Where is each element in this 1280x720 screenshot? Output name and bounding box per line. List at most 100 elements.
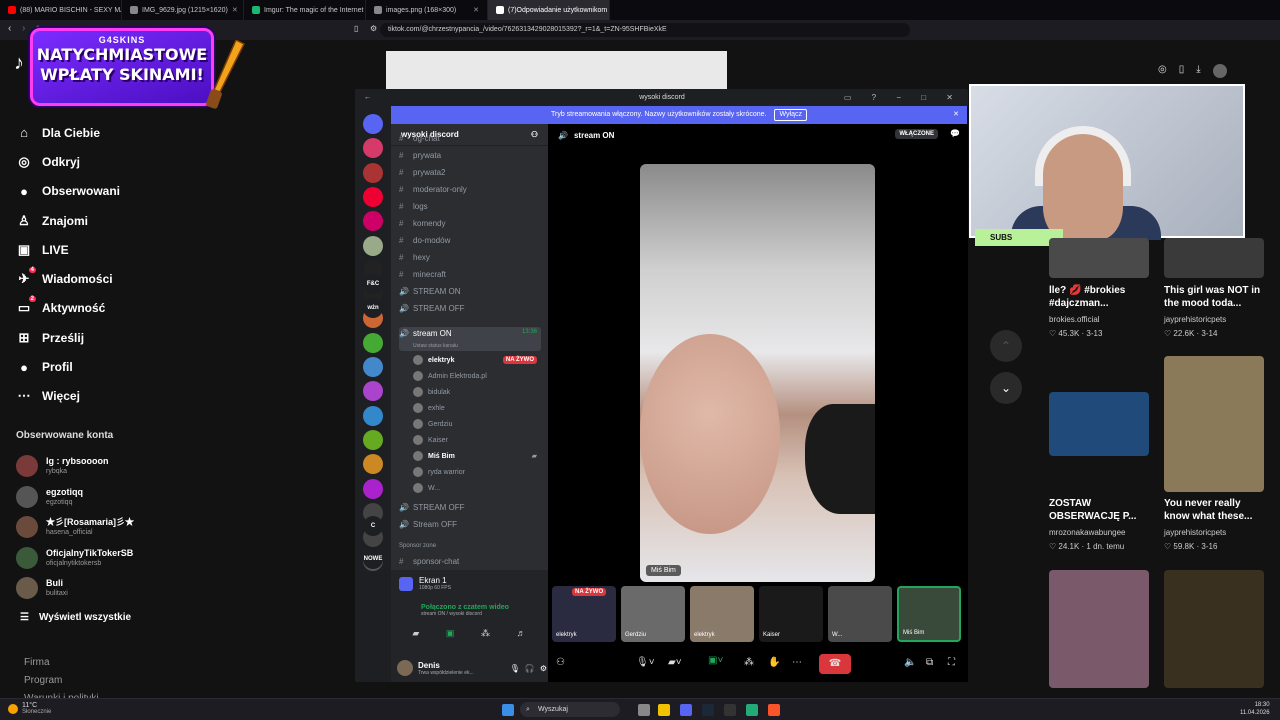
browser-tab[interactable]: IMG_9629.jpg (1215×1620) ✕ <box>122 0 244 20</box>
followed-account[interactable]: egzotiqq egzotiqq <box>16 482 216 513</box>
video-off-icon[interactable]: ▰ <box>412 628 419 639</box>
channel-active[interactable]: 🔊 stream ON 13:36 Ustaw status kanału <box>399 327 541 351</box>
server-icon[interactable] <box>363 405 383 426</box>
feed-card[interactable]: ZOSTAW OBSERWACJĘ P... mrozonakawabungee ♡… <box>1049 497 1149 553</box>
task-view-icon[interactable] <box>638 704 650 716</box>
terminal-icon[interactable] <box>724 704 736 716</box>
channel-voice[interactable]: 🔊 STREAM OFF <box>399 304 541 313</box>
chat-bubble-icon[interactable]: 💬 <box>950 129 960 138</box>
bookmark-icon[interactable]: ▯ <box>354 24 358 33</box>
screen-share-button-icon[interactable]: ▣ <box>446 628 455 639</box>
voice-member[interactable]: Kaiser <box>413 435 537 445</box>
window-controls[interactable]: ▭ ? − □ ✕ <box>844 90 962 106</box>
effects-icon[interactable]: ✋ <box>768 657 780 668</box>
server-label[interactable]: wżn <box>363 298 383 318</box>
channel-voice[interactable]: 🔊 STREAM OFF <box>399 503 541 512</box>
feed-video-top[interactable] <box>386 51 727 91</box>
channel-text[interactable]: # komendy <box>399 219 541 228</box>
followed-account[interactable]: ★彡[Rosamaria]彡★ hasena_official <box>16 512 216 543</box>
voice-member[interactable]: exhle <box>413 403 537 413</box>
tiktok-logo[interactable]: ♪ <box>14 52 24 75</box>
followed-account[interactable]: OficjalnyTikTokerSB oficjalnytiktokersb <box>16 543 216 574</box>
mic-toggle-icon[interactable]: 🎙˅ <box>636 657 655 668</box>
start-icon[interactable] <box>502 704 514 716</box>
nav-item-profil[interactable]: ● Profil <box>16 352 216 381</box>
feed-card[interactable]: This girl was NOT in the mood toda... jay… <box>1164 284 1264 340</box>
user-settings-icon[interactable]: ⚙ <box>540 664 547 673</box>
browser-tab[interactable]: images.png (168×300) ✕ <box>366 0 488 20</box>
channel-text[interactable]: # moderator-only <box>399 185 541 194</box>
followed-account[interactable]: Buli bulitaxi <box>16 573 216 604</box>
feed-thumbnail[interactable] <box>1049 238 1149 278</box>
activities-icon[interactable]: ⁂ <box>481 628 490 639</box>
voice-member[interactable]: elektryk NA ŻYWO <box>413 355 537 365</box>
footer-link[interactable]: Firma <box>24 654 99 672</box>
participant-tile[interactable]: Kaiser <box>759 586 823 642</box>
feed-thumbnail[interactable] <box>1164 238 1264 278</box>
server-icon[interactable] <box>363 478 383 499</box>
nav-item-aktywność[interactable]: ▭ 2 Aktywność <box>16 294 216 323</box>
taskbar-search[interactable]: ⌕ Wyszukaj <box>520 702 620 717</box>
feed-thumbnail[interactable] <box>1049 392 1149 456</box>
channel-status[interactable]: Ustaw status kanału <box>399 343 541 349</box>
feed-card[interactable]: lle? 💋 #brokies #dajczman... brokies.offi… <box>1049 284 1149 340</box>
voice-member[interactable]: Admin Elektroda.pl <box>413 371 537 381</box>
footer-link[interactable]: Program <box>24 672 99 690</box>
download-icon[interactable]: ⤓ <box>1196 64 1200 78</box>
server-icon[interactable] <box>363 138 383 159</box>
voice-member[interactable]: Gerdziu <box>413 419 537 429</box>
voice-member[interactable]: W... <box>413 483 537 493</box>
followed-account[interactable]: Ig : rybsoooon rybqka <box>16 451 216 482</box>
fullscreen-icon[interactable]: ⛶ <box>948 657 955 668</box>
server-icon[interactable] <box>363 211 383 232</box>
back-icon[interactable]: ‹ <box>8 23 11 34</box>
browser-icon[interactable] <box>746 704 758 716</box>
channel-text[interactable]: # prywata2 <box>399 168 541 177</box>
disable-streamer-button[interactable]: Wyłącz <box>774 109 807 121</box>
discord-taskbar-icon[interactable] <box>680 704 692 716</box>
steam-icon[interactable] <box>702 704 714 716</box>
disconnect-button[interactable]: ☎ <box>819 654 851 674</box>
camera-toggle-icon[interactable]: ▰˅ <box>668 657 682 668</box>
nav-item-znajomi[interactable]: ♙ Znajomi <box>16 206 216 235</box>
channel-voice[interactable]: 🔊 STREAM ON <box>399 287 541 296</box>
share-screen-toggle-icon[interactable]: ▣˅ <box>708 655 723 666</box>
user-avatar[interactable] <box>397 660 413 676</box>
server-icon[interactable] <box>363 114 383 134</box>
clock[interactable]: 18:30 11.04.2026 <box>1240 701 1270 717</box>
feed-thumbnail[interactable] <box>1049 570 1149 688</box>
participant-tile[interactable]: elektryk <box>690 586 754 642</box>
channel-text[interactable]: # prywata <box>399 151 541 160</box>
headphones-icon[interactable]: 🎧 <box>525 664 535 673</box>
channel-text[interactable]: # og-chat <box>399 134 541 143</box>
device-icon[interactable]: ▯ <box>1179 64 1185 78</box>
participant-tile[interactable]: Gerdziu <box>621 586 685 642</box>
channel-text[interactable]: # do-modów <box>399 236 541 245</box>
category-header[interactable]: Sponsor zone <box>399 543 541 549</box>
close-tab-icon[interactable]: ✕ <box>232 6 238 14</box>
voice-member[interactable]: bidulak <box>413 387 537 397</box>
channel-text[interactable]: # logs <box>399 202 541 211</box>
server-icon[interactable] <box>363 429 383 450</box>
server-icon[interactable] <box>363 357 383 377</box>
participant-tile[interactable]: Miś Bim <box>897 586 961 642</box>
server-icon[interactable] <box>363 162 383 183</box>
scroll-down-button[interactable]: ⌄ <box>990 372 1022 404</box>
brave-icon[interactable] <box>768 704 780 716</box>
voice-member[interactable]: ryda warrior <box>413 467 537 477</box>
more-options-icon[interactable]: ⋯ <box>792 657 802 668</box>
scroll-up-button[interactable]: ⌃ <box>990 330 1022 362</box>
browser-tab[interactable]: (7)Odpowiadanie użytkownikom✕ <box>488 0 610 20</box>
feed-card[interactable]: You never really know what these... jaypr… <box>1164 497 1264 553</box>
channel-voice[interactable]: 🔊 Stream OFF <box>399 520 541 529</box>
server-label[interactable]: NOWE <box>363 549 383 569</box>
participant-tile[interactable]: W... <box>828 586 892 642</box>
activities-toggle-icon[interactable]: ⁂ <box>744 657 754 668</box>
server-label[interactable]: C <box>363 516 383 536</box>
soundboard-icon[interactable]: ♬ <box>517 628 526 639</box>
weather-widget[interactable]: 11°C Słonecznie <box>8 702 51 715</box>
file-explorer-icon[interactable] <box>658 704 670 716</box>
volume-icon[interactable]: 🔈 <box>904 657 916 668</box>
voice-member[interactable]: Miś Bim ▰ <box>413 451 537 461</box>
profile-avatar-icon[interactable] <box>1212 64 1227 78</box>
